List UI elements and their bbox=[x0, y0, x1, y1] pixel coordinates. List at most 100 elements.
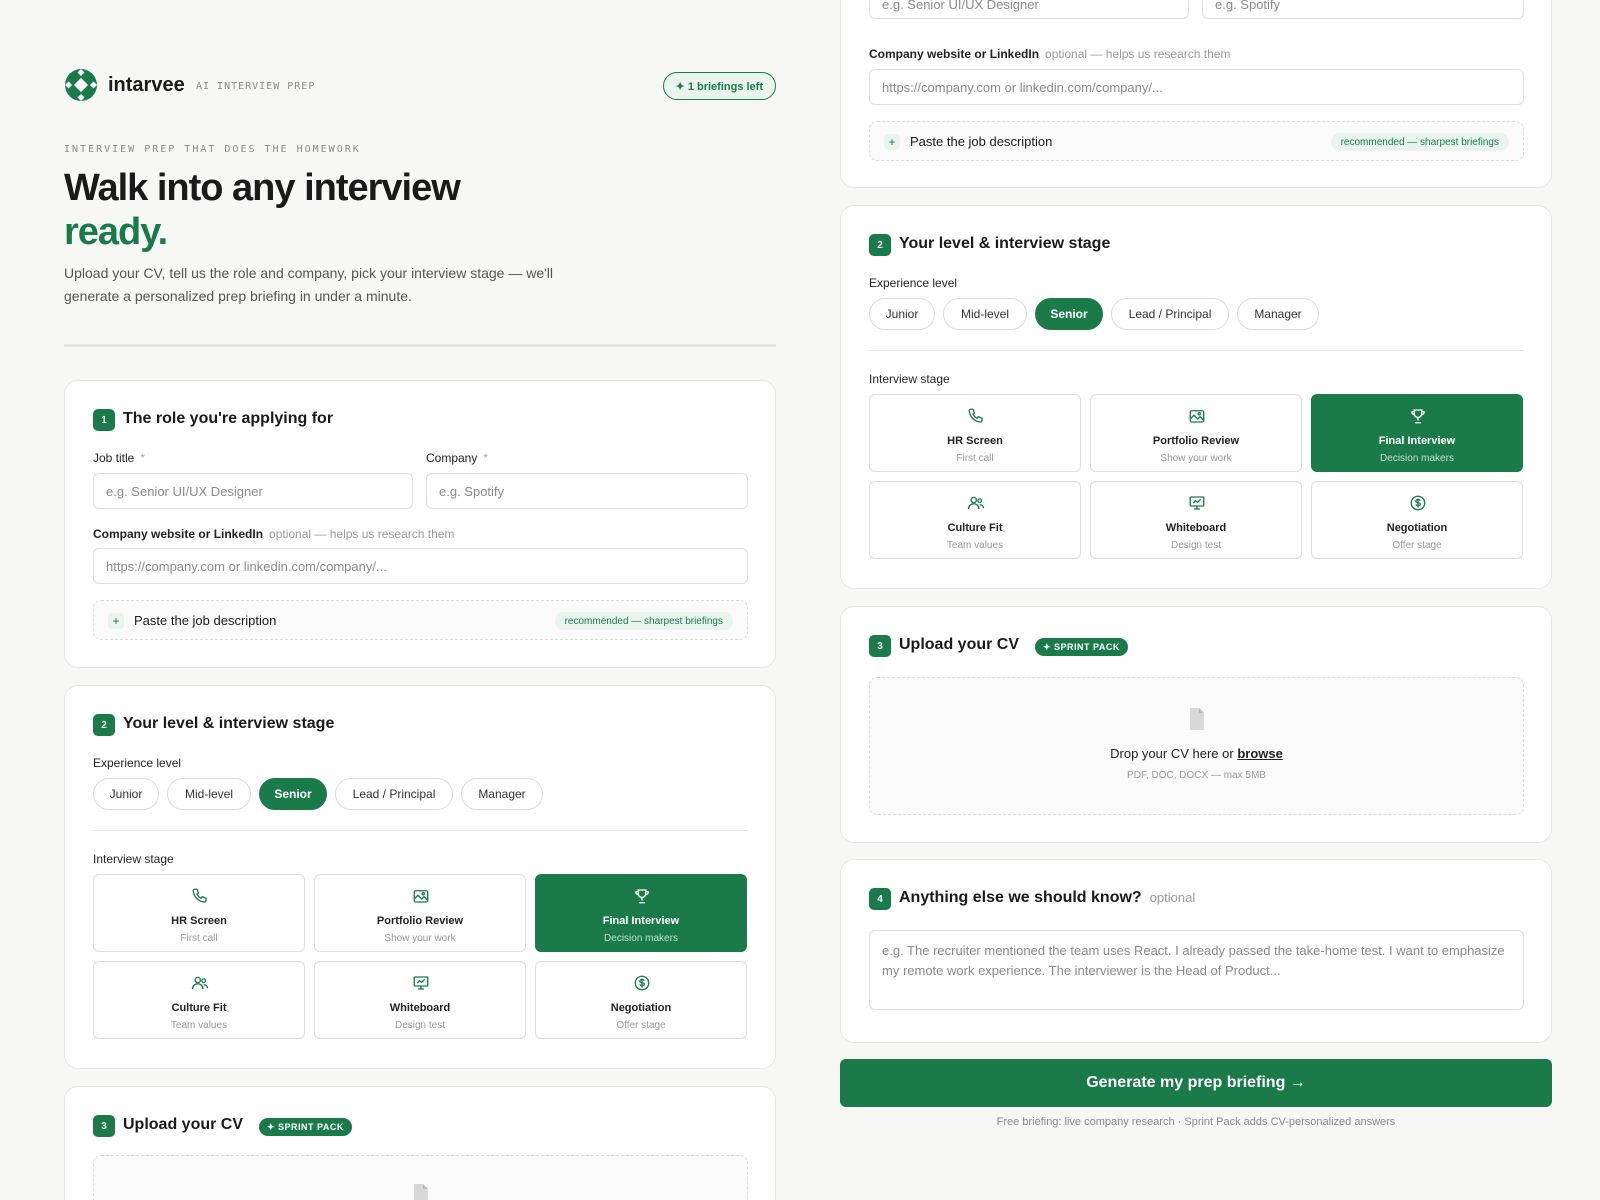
level-chip-junior[interactable]: Junior bbox=[93, 778, 159, 810]
users-icon bbox=[191, 976, 209, 990]
hero-lede: Upload your CV, tell us the role and com… bbox=[64, 265, 554, 304]
stage-title: Negotiation bbox=[1386, 522, 1448, 534]
stage-title: HR Screen bbox=[171, 915, 227, 927]
divider bbox=[869, 350, 1524, 351]
role-card: e.g. Senior UI/UX Designer e.g. Spotify … bbox=[840, 0, 1552, 188]
level-chip-senior[interactable]: Senior bbox=[1035, 298, 1103, 330]
website-input[interactable]: https://company.com or linkedin.com/comp… bbox=[869, 69, 1524, 105]
company-input[interactable]: e.g. Spotify bbox=[1202, 0, 1524, 19]
stage-hr-screen[interactable]: HR Screen First call bbox=[869, 394, 1081, 472]
stage-label: Interview stage bbox=[93, 852, 174, 866]
experience-label: Experience level bbox=[869, 276, 958, 290]
job-title-label-text: Job title bbox=[93, 451, 135, 465]
divider bbox=[93, 830, 748, 831]
stage-negotiation[interactable]: Negotiation Offer stage bbox=[535, 961, 747, 1039]
stage-title: Final Interview bbox=[602, 915, 680, 927]
website-label: Company website or LinkedIn optional — he… bbox=[869, 47, 1230, 61]
notes-card: 4 Anything else we should know? optional … bbox=[840, 859, 1552, 1043]
role-card: 1 The role you're applying for Job title… bbox=[64, 380, 776, 668]
recommended-badge: recommended — sharpest briefings bbox=[1330, 133, 1509, 151]
step-number: 1 bbox=[93, 409, 115, 431]
recommended-badge: recommended — sharpest briefings bbox=[554, 612, 733, 630]
paste-job-description[interactable]: + Paste the job description recommended … bbox=[93, 600, 748, 640]
cv-dropzone[interactable] bbox=[93, 1155, 748, 1200]
stage-whiteboard[interactable]: Whiteboard Design test bbox=[1090, 481, 1302, 559]
generate-briefing-button[interactable]: Generate my prep briefing → bbox=[840, 1059, 1552, 1107]
stage-sub: Team values bbox=[170, 1020, 228, 1031]
hero-eyebrow: INTERVIEW PREP THAT DOES THE HOMEWORK bbox=[64, 144, 361, 155]
stage-title: Whiteboard bbox=[1165, 522, 1227, 534]
stage-title: Whiteboard bbox=[389, 1002, 451, 1014]
website-label-text: Company website or LinkedIn bbox=[93, 527, 264, 541]
job-title-input[interactable]: e.g. Senior UI/UX Designer bbox=[869, 0, 1189, 19]
card-title: Your level & interview stage bbox=[899, 235, 1111, 252]
stage-whiteboard[interactable]: Whiteboard Design test bbox=[314, 961, 526, 1039]
level-chip-senior[interactable]: Senior bbox=[259, 778, 327, 810]
stage-portfolio-review[interactable]: Portfolio Review Show your work bbox=[314, 874, 526, 952]
level-chip-mid[interactable]: Mid-level bbox=[167, 778, 251, 810]
stage-negotiation[interactable]: Negotiation Offer stage bbox=[1311, 481, 1523, 559]
stage-culture-fit[interactable]: Culture Fit Team values bbox=[93, 961, 305, 1039]
stage-final-interview[interactable]: Final Interview Decision makers bbox=[1311, 394, 1523, 472]
level-card: 2 Your level & interview stage Experienc… bbox=[64, 685, 776, 1069]
stage-culture-fit[interactable]: Culture Fit Team values bbox=[869, 481, 1081, 559]
file-formats: PDF, DOC, DOCX — max 5MB bbox=[1127, 770, 1266, 781]
briefings-left-pill[interactable]: ✦ 1 briefings left bbox=[662, 72, 776, 100]
stage-label: Interview stage bbox=[869, 372, 950, 386]
website-label-text: Company website or LinkedIn bbox=[869, 47, 1040, 61]
brand-name[interactable]: intarvee bbox=[108, 74, 185, 97]
trophy-icon bbox=[1411, 409, 1425, 424]
job-title-label: Job title * bbox=[93, 451, 145, 465]
stage-sub: Offer stage bbox=[1392, 540, 1442, 551]
stage-title: Final Interview bbox=[1378, 435, 1456, 447]
step-number: 2 bbox=[869, 234, 891, 256]
phone-icon bbox=[968, 408, 983, 423]
level-chip-mid[interactable]: Mid-level bbox=[943, 298, 1027, 330]
level-chip-manager[interactable]: Manager bbox=[1237, 298, 1319, 330]
app-header: intarvee AI INTERVIEW PREP ✦ 1 briefings… bbox=[64, 68, 776, 104]
stage-sub: Decision makers bbox=[1380, 453, 1454, 464]
stage-portfolio-review[interactable]: Portfolio Review Show your work bbox=[1090, 394, 1302, 472]
image-icon bbox=[1189, 410, 1205, 423]
dollar-icon bbox=[1410, 495, 1426, 511]
level-chip-lead[interactable]: Lead / Principal bbox=[335, 778, 453, 810]
image-icon bbox=[413, 890, 429, 903]
level-chip-junior[interactable]: Junior bbox=[869, 298, 935, 330]
stage-title: HR Screen bbox=[947, 435, 1003, 447]
cv-dropzone[interactable]: Drop your CV here or browse PDF, DOC, DO… bbox=[869, 677, 1524, 815]
card-title: Upload your CV bbox=[899, 636, 1020, 653]
paste-job-description[interactable]: + Paste the job description recommended … bbox=[869, 121, 1524, 161]
website-hint: optional — helps us research them bbox=[269, 527, 455, 541]
level-chip-lead[interactable]: Lead / Principal bbox=[1111, 298, 1229, 330]
stage-sub: Decision makers bbox=[604, 933, 678, 944]
sprint-pack-badge: ✦ SPRINT PACK bbox=[259, 1118, 352, 1136]
stage-title: Negotiation bbox=[610, 1002, 672, 1014]
website-input[interactable]: https://company.com or linkedin.com/comp… bbox=[93, 548, 748, 584]
step-number: 3 bbox=[869, 635, 891, 657]
card-title: Upload your CV bbox=[123, 1116, 244, 1133]
paste-jd-label: Paste the job description bbox=[134, 613, 277, 628]
stage-hr-screen[interactable]: HR Screen First call bbox=[93, 874, 305, 952]
stage-sub: Show your work bbox=[384, 933, 456, 944]
notes-textarea[interactable]: e.g. The recruiter mentioned the team us… bbox=[869, 930, 1524, 1010]
level-chip-manager[interactable]: Manager bbox=[461, 778, 543, 810]
company-label-text: Company bbox=[426, 451, 478, 465]
job-title-input[interactable]: e.g. Senior UI/UX Designer bbox=[93, 473, 413, 509]
stage-sub: Team values bbox=[946, 540, 1004, 551]
company-input[interactable]: e.g. Spotify bbox=[426, 473, 748, 509]
website-label: Company website or LinkedIn optional — he… bbox=[93, 527, 454, 541]
drop-text: Drop your CV here or bbox=[1110, 746, 1234, 761]
stage-title: Culture Fit bbox=[947, 522, 1003, 534]
browse-link[interactable]: browse bbox=[1237, 746, 1283, 761]
file-icon bbox=[414, 1184, 428, 1200]
stage-title: Portfolio Review bbox=[1152, 435, 1240, 447]
hero-title: Walk into any interview ready. bbox=[64, 166, 461, 254]
hero-title-line1: Walk into any interview bbox=[64, 167, 461, 209]
step-number: 4 bbox=[869, 888, 891, 910]
stage-final-interview[interactable]: Final Interview Decision makers bbox=[535, 874, 747, 952]
stage-sub: First call bbox=[180, 933, 218, 944]
step-number: 2 bbox=[93, 714, 115, 736]
plus-icon: + bbox=[108, 613, 124, 629]
notes-title: Anything else we should know? bbox=[899, 889, 1142, 906]
stage-title: Portfolio Review bbox=[376, 915, 464, 927]
